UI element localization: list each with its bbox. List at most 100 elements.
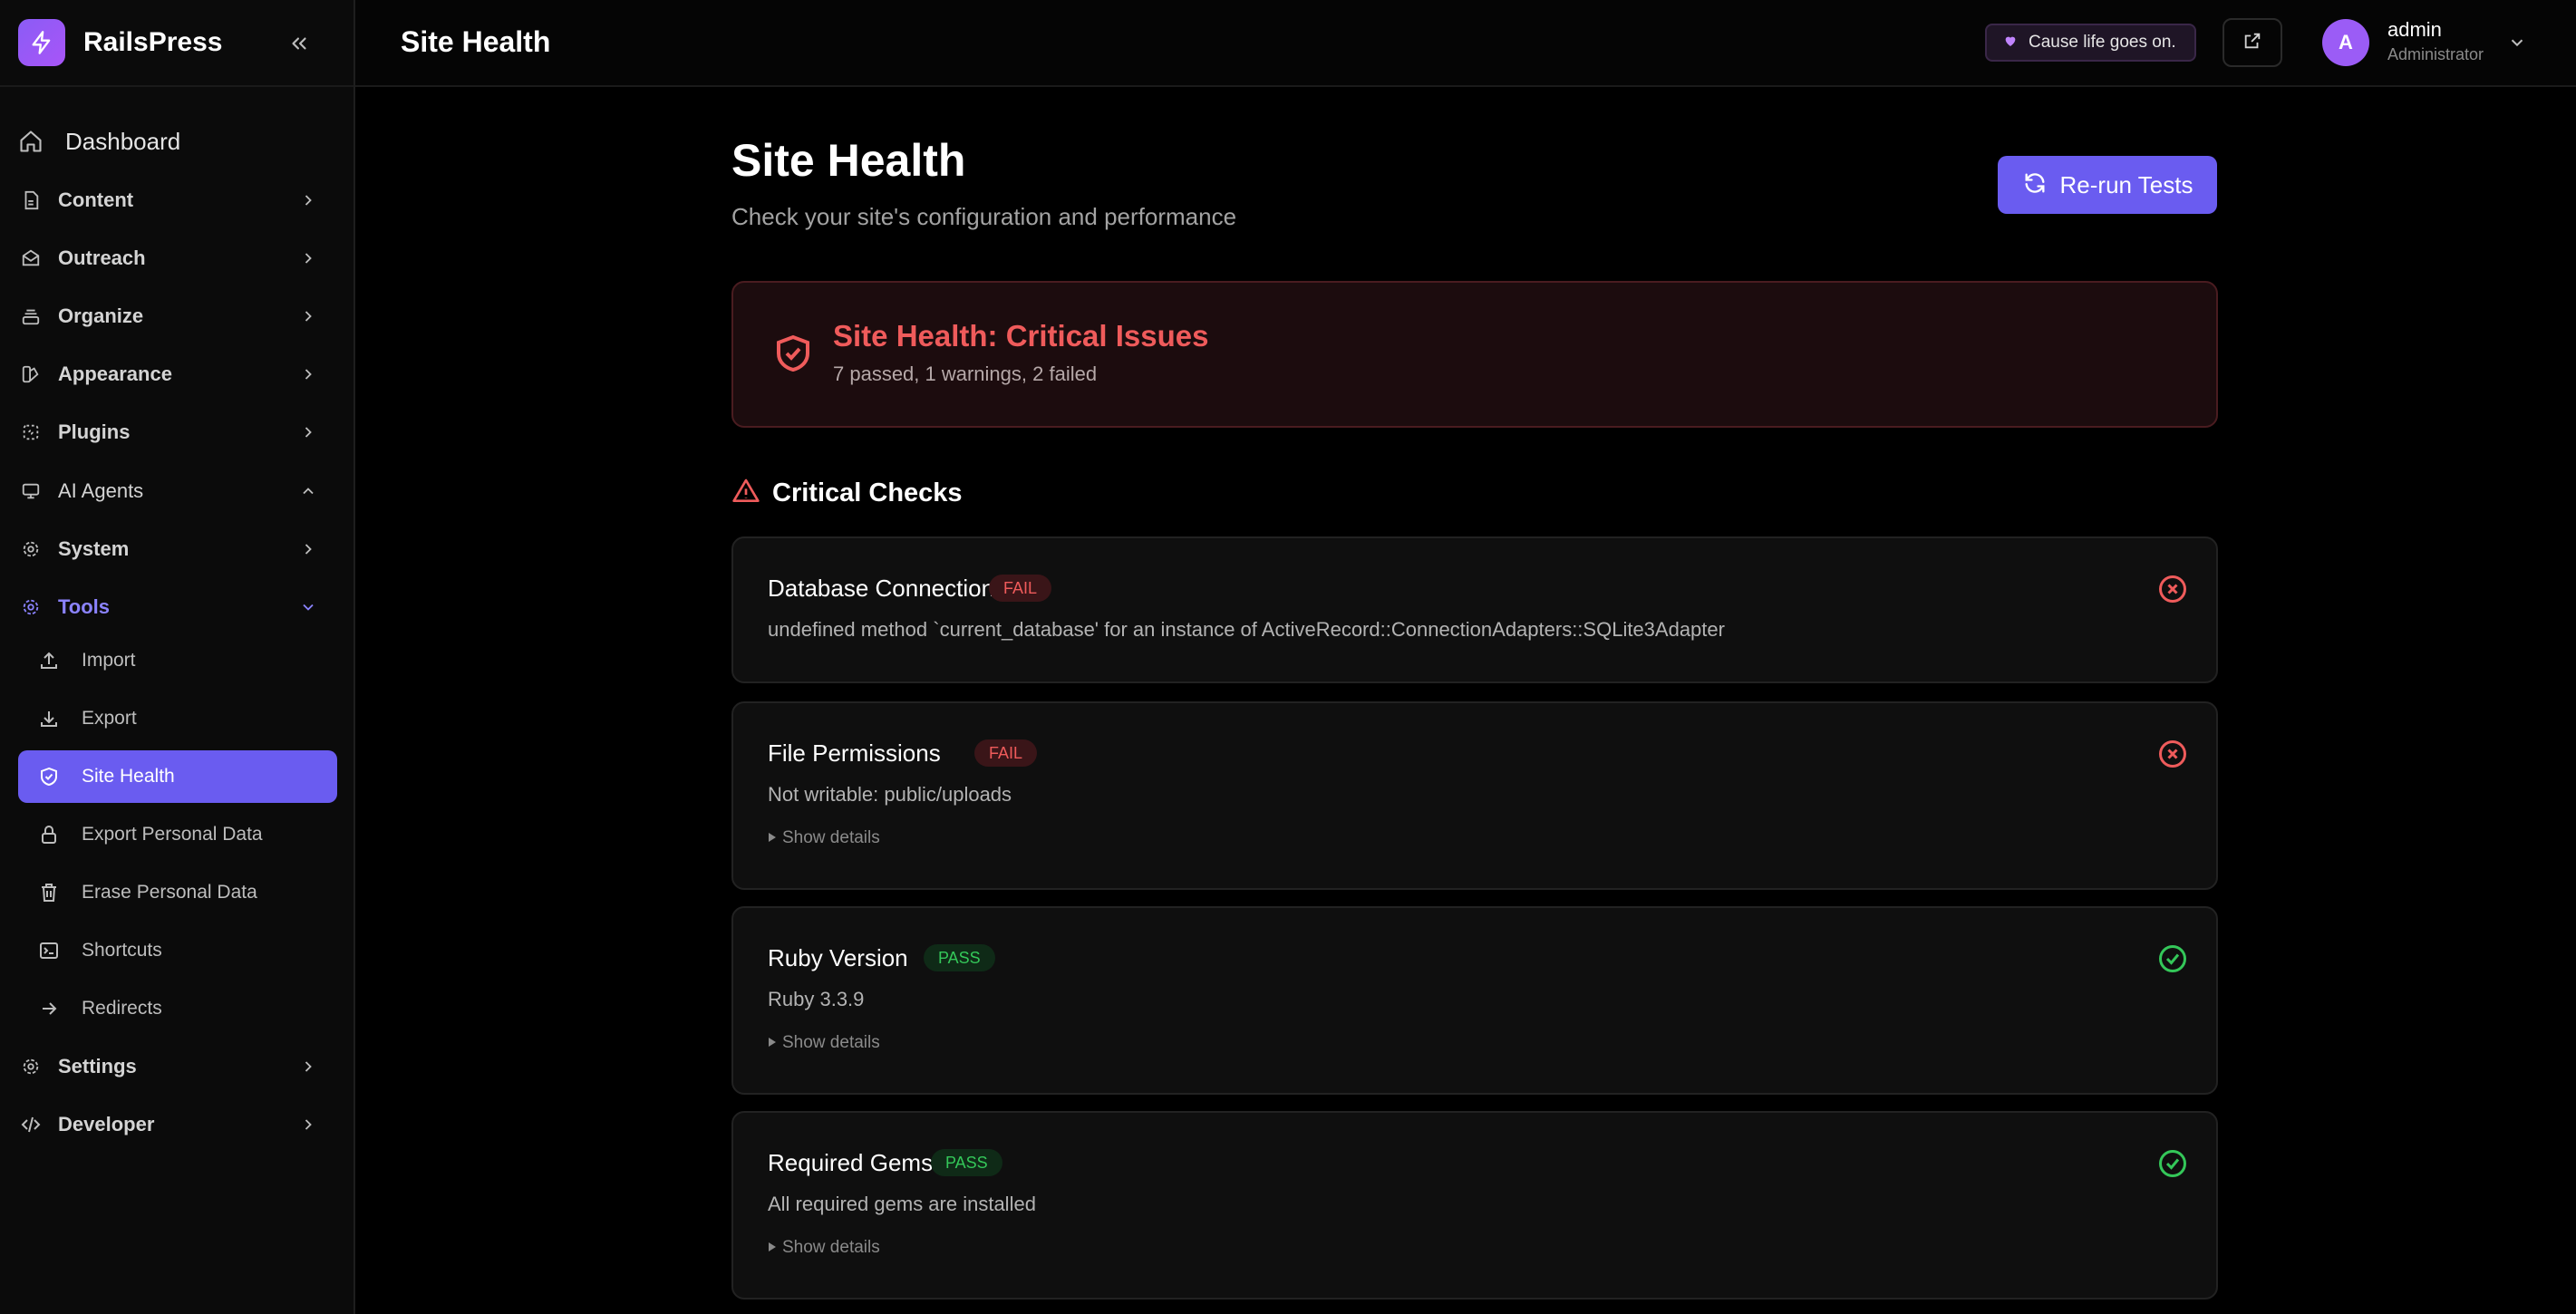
sidebar-subitem-label: Shortcuts [82, 940, 162, 961]
sidebar-subitem-label: Export Personal Data [82, 824, 263, 845]
user-name[interactable]: admin [2387, 18, 2442, 42]
check-card: File Permissions FAIL Not writable: publ… [731, 701, 2218, 890]
sidebar-subitem-erase-personal-data[interactable]: Erase Personal Data [18, 866, 337, 919]
terminal-icon [36, 938, 62, 963]
check-circle-icon [2159, 945, 2186, 972]
gear-icon [18, 536, 44, 562]
header-title: Site Health [401, 25, 551, 58]
collapse-sidebar-icon[interactable] [281, 25, 317, 62]
stack-icon [18, 304, 44, 329]
chevron-right-icon [295, 536, 321, 562]
check-card: Ruby Version PASS Ruby 3.3.9 Show detail… [731, 906, 2218, 1095]
refresh-icon [2022, 170, 2048, 200]
sidebar-subitem-shortcuts[interactable]: Shortcuts [18, 924, 337, 977]
sidebar-subitem-label: Import [82, 650, 136, 671]
warning-icon [732, 478, 760, 502]
home-icon [18, 129, 44, 154]
status-badge: FAIL [974, 739, 1038, 767]
code-icon [18, 1112, 44, 1137]
upload-icon [36, 648, 62, 673]
shield-icon [36, 764, 62, 789]
arrow-right-icon [36, 996, 62, 1021]
shield-check-icon [777, 334, 809, 372]
motto-text: Cause life goes on. [2029, 33, 2176, 52]
sidebar-item-content[interactable]: Content [0, 175, 353, 226]
main-content: Site Health Check your site's configurat… [355, 87, 2576, 1314]
view-site-button[interactable] [2223, 18, 2282, 67]
gear-icon [18, 594, 44, 620]
sidebar-item-label: Organize [58, 304, 144, 327]
sidebar-item-ai-agents[interactable]: AI Agents [0, 466, 353, 517]
puzzle-icon [18, 420, 44, 445]
sidebar-item-label: Plugins [58, 420, 131, 443]
show-details-toggle[interactable]: Show details [768, 1238, 880, 1258]
show-details-toggle[interactable]: Show details [768, 828, 880, 848]
sidebar: RailsPress Dashboard Content Outreach Or… [0, 0, 355, 1314]
show-details-label: Show details [782, 828, 880, 847]
status-badge: PASS [931, 1149, 1002, 1176]
sidebar-item-label: Dashboard [65, 127, 181, 155]
check-circle-icon [2159, 1150, 2186, 1177]
sidebar-subitem-label: Site Health [82, 766, 175, 787]
sidebar-item-label: AI Agents [58, 479, 144, 502]
check-name: Required Gems [768, 1149, 934, 1176]
sidebar-subitem-label: Erase Personal Data [82, 882, 257, 903]
monitor-icon [18, 478, 44, 504]
brand: RailsPress [0, 0, 353, 87]
status-badge: PASS [924, 944, 995, 971]
chevron-right-icon [295, 420, 321, 445]
motto-badge[interactable]: Cause life goes on. [1985, 24, 2196, 62]
sidebar-subitem-import[interactable]: Import [18, 634, 337, 687]
section-title-critical-checks: Critical Checks [772, 478, 963, 507]
rerun-tests-button[interactable]: Re-run Tests [1998, 156, 2217, 214]
download-icon [36, 706, 62, 731]
sidebar-subitem-site-health[interactable]: Site Health [18, 750, 337, 803]
sidebar-item-system[interactable]: System [0, 524, 353, 575]
sidebar-subitem-export[interactable]: Export [18, 692, 337, 745]
sidebar-subitem-label: Redirects [82, 998, 162, 1019]
sidebar-item-outreach[interactable]: Outreach [0, 233, 353, 284]
sidebar-item-label: Tools [58, 595, 111, 618]
sidebar-subitem-export-personal-data[interactable]: Export Personal Data [18, 808, 337, 861]
avatar[interactable]: A [2322, 19, 2369, 66]
sidebar-item-appearance[interactable]: Appearance [0, 349, 353, 400]
check-name: Ruby Version [768, 944, 908, 971]
gear-icon [18, 1054, 44, 1079]
status-badge: FAIL [989, 575, 1052, 602]
sidebar-item-tools[interactable]: Tools [0, 582, 353, 633]
chevron-right-icon [295, 246, 321, 271]
check-message: Ruby 3.3.9 [768, 988, 865, 1010]
sidebar-item-organize[interactable]: Organize [0, 291, 353, 342]
health-status-title: Site Health: Critical Issues [833, 319, 1209, 353]
sidebar-item-label: Content [58, 188, 134, 211]
chevron-down-icon[interactable] [2503, 29, 2531, 56]
chevron-right-icon [295, 304, 321, 329]
sidebar-subitem-redirects[interactable]: Redirects [18, 982, 337, 1035]
paint-icon [18, 362, 44, 387]
mail-open-icon [18, 246, 44, 271]
document-icon [18, 188, 44, 213]
show-details-label: Show details [782, 1033, 880, 1052]
sidebar-item-label: System [58, 537, 130, 560]
health-status-card: Site Health: Critical Issues 7 passed, 1… [731, 281, 2218, 428]
x-circle-icon [2159, 575, 2186, 603]
sidebar-item-label: Developer [58, 1113, 155, 1135]
bolt-icon [18, 19, 65, 66]
sidebar-item-settings[interactable]: Settings [0, 1041, 353, 1092]
sidebar-item-plugins[interactable]: Plugins [0, 407, 353, 458]
show-details-toggle[interactable]: Show details [768, 1033, 880, 1053]
check-card: Required Gems PASS All required gems are… [731, 1111, 2218, 1300]
sidebar-item-developer[interactable]: Developer [0, 1099, 353, 1150]
page-title: Site Health [731, 135, 966, 186]
check-message: undefined method `current_database' for … [768, 618, 1725, 641]
user-role: Administrator [2387, 45, 2484, 63]
sidebar-item-label: Outreach [58, 246, 146, 269]
x-circle-icon [2159, 740, 2186, 768]
chevron-down-icon [295, 594, 321, 620]
chevron-right-icon [295, 1112, 321, 1137]
check-message: All required gems are installed [768, 1193, 1036, 1215]
top-bar: Site Health Cause life goes on. A admin … [355, 0, 2576, 87]
check-name: File Permissions [768, 739, 941, 767]
chevron-up-icon [295, 478, 321, 504]
sidebar-item-dashboard[interactable]: Dashboard [0, 116, 353, 167]
